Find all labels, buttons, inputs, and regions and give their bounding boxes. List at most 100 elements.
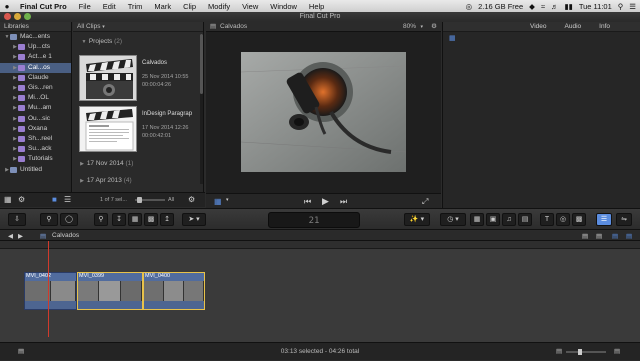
play-button[interactable]: ▶ — [322, 196, 329, 207]
text-button[interactable]: T — [540, 213, 554, 226]
forward-arrow-icon[interactable]: ▶ — [18, 232, 23, 240]
browser-scrollbar[interactable] — [200, 34, 203, 184]
chevron-down-icon[interactable]: ▾ — [420, 22, 423, 32]
zoom-window-button[interactable] — [24, 13, 31, 20]
dropbox-icon[interactable]: ◆ — [529, 2, 535, 11]
library-properties-icon[interactable]: ▦ — [4, 195, 12, 204]
menu-modify[interactable]: Modify — [202, 2, 236, 11]
transitions-button[interactable]: ⇋ — [616, 213, 632, 226]
apple-menu-icon[interactable]: ● — [0, 2, 14, 11]
library-item[interactable]: ▶ Mu...am — [0, 103, 71, 113]
library-item[interactable]: ▶ Untitled — [0, 164, 71, 174]
import-button[interactable]: ⇩ — [8, 213, 26, 226]
wifi-icon[interactable]: ≈ — [541, 2, 545, 11]
battery-icon[interactable]: ▮▮ — [565, 2, 573, 11]
library-item[interactable]: ▶ Su...ack — [0, 144, 71, 154]
free-space-status[interactable]: 2.16 GB Free — [478, 2, 523, 11]
retiming-button[interactable]: ◷ ▾ — [440, 213, 466, 226]
tab-info[interactable]: Info — [599, 22, 610, 31]
overwrite-clip-button[interactable]: ↥ — [160, 213, 174, 226]
minimize-window-button[interactable] — [14, 13, 21, 20]
library-item[interactable]: ▼ Mac...ents — [0, 32, 71, 42]
generators-button[interactable]: ◎ — [556, 213, 570, 226]
menu-clip[interactable]: Clip — [177, 2, 202, 11]
library-item[interactable]: ▶ Oxana — [0, 124, 71, 134]
project-clip-calvados[interactable]: Calvados 25 Nov 2014 10:55 00:00:04:26 — [79, 55, 199, 103]
filmstrip-view-icon[interactable]: ■ — [52, 195, 57, 204]
transform-icon[interactable]: ▦ — [214, 197, 222, 206]
disclosure-triangle-icon[interactable]: ▶ — [79, 178, 85, 184]
previous-frame-button[interactable]: ⏮ — [304, 197, 311, 207]
menu-window[interactable]: Window — [264, 2, 303, 11]
themes-button[interactable]: ▩ — [572, 213, 586, 226]
event-group[interactable]: ▶ 17 Apr 2013 (4) — [79, 177, 132, 184]
clip-appearance-button[interactable]: ▤ — [614, 343, 620, 361]
library-item[interactable]: ▶ Claude — [0, 73, 71, 83]
inspector-button[interactable]: ▦ — [470, 213, 484, 226]
scrollbar-thumb[interactable] — [200, 34, 203, 94]
zoom-dropdown[interactable]: 80% — [403, 22, 416, 32]
music-button[interactable]: ♫ — [502, 213, 516, 226]
skimming-icon[interactable]: ▤ — [596, 232, 602, 240]
append-clip-button[interactable]: ▩ — [144, 213, 158, 226]
menu-mark[interactable]: Mark — [148, 2, 177, 11]
library-item[interactable]: ▶ Up...cts — [0, 42, 71, 52]
clip-size-slider[interactable] — [135, 197, 165, 203]
clock[interactable]: Tue 11:01 — [579, 2, 612, 11]
chevron-down-icon[interactable]: ▾ — [226, 197, 229, 203]
library-item[interactable]: ▶ Mi...OL — [0, 93, 71, 103]
timeline-project-name[interactable]: Calvados — [52, 232, 79, 239]
solo-icon[interactable]: ▤ — [626, 232, 632, 240]
zoom-slider[interactable] — [566, 349, 606, 355]
library-item[interactable]: ▶ Sh...reel — [0, 134, 71, 144]
library-item[interactable]: ▶ Act...e 1 — [0, 52, 71, 62]
project-clip-indesign[interactable]: InDesign Paragrap 17 Nov 2014 12:26 00:0… — [79, 106, 199, 154]
projects-group[interactable]: ▼ Projects (2) — [73, 32, 203, 45]
menu-trim[interactable]: Trim — [122, 2, 149, 11]
disclosure-triangle-icon[interactable]: ▼ — [81, 39, 87, 45]
next-frame-button[interactable]: ⏭ — [340, 197, 347, 207]
view-options-icon[interactable]: ⚙ — [431, 22, 437, 32]
timeline-clip[interactable]: MVI_0402 — [24, 272, 77, 310]
timeline-clip[interactable]: MVI_0400 — [143, 272, 205, 310]
spotlight-icon[interactable]: ⚲ — [618, 2, 624, 11]
audio-meter-icon[interactable]: ▤ — [556, 343, 562, 361]
disclosure-triangle-icon[interactable]: ▶ — [79, 161, 85, 167]
library-item[interactable]: ▶ Tutorials — [0, 154, 71, 164]
slider-thumb[interactable] — [578, 349, 582, 355]
library-item[interactable]: ▶ Cal...os — [0, 62, 71, 73]
dashboard-timecode[interactable]: 21 — [268, 212, 360, 228]
event-group[interactable]: ▶ 17 Nov 2014 (1) — [79, 160, 133, 167]
clips-filter-dropdown[interactable]: All Clips — [77, 23, 100, 30]
insert-clip-button[interactable]: ▦ — [128, 213, 142, 226]
notification-icon[interactable]: ☰ — [629, 2, 636, 11]
titles-button[interactable]: ▤ — [518, 213, 532, 226]
chevron-down-icon[interactable]: ▾ — [102, 24, 105, 30]
gear-icon[interactable]: ⚙ — [18, 195, 25, 204]
photos-button[interactable]: ▣ — [486, 213, 500, 226]
timeline-ruler[interactable] — [0, 241, 640, 249]
tab-video[interactable]: Video — [530, 22, 547, 31]
clip-appearance-icon[interactable]: ▤ — [582, 232, 588, 240]
slider-thumb[interactable] — [137, 197, 142, 203]
back-arrow-icon[interactable]: ◀ — [8, 232, 13, 240]
timeline-index-icon[interactable]: ▤ — [18, 343, 24, 361]
list-view-icon[interactable]: ☰ — [64, 195, 71, 204]
snapping-icon[interactable]: ▤ — [612, 232, 618, 240]
connect-clip-button[interactable]: ↧ — [112, 213, 126, 226]
close-window-button[interactable] — [4, 13, 11, 20]
timeline-toggle-button[interactable]: ☰ — [596, 213, 612, 226]
menu-view[interactable]: View — [236, 2, 264, 11]
tab-audio[interactable]: Audio — [565, 22, 582, 31]
library-item[interactable]: ▶ Gis...ren — [0, 83, 71, 93]
select-tool-button[interactable]: ➤ ▾ — [182, 213, 206, 226]
settings-icon[interactable]: ⚙ — [188, 195, 195, 204]
keyword-button[interactable]: ⚲ — [40, 213, 58, 226]
enhancements-button[interactable]: ✨ ▾ — [404, 213, 430, 226]
library-item[interactable]: ▶ Ou...sic — [0, 114, 71, 124]
menu-final-cut-pro[interactable]: Final Cut Pro — [14, 2, 73, 11]
magnifier-icon[interactable]: ⚲ — [94, 213, 108, 226]
fullscreen-icon[interactable]: ⤢ — [422, 197, 428, 207]
menu-edit[interactable]: Edit — [97, 2, 122, 11]
volume-icon[interactable]: ♬ — [551, 2, 559, 11]
